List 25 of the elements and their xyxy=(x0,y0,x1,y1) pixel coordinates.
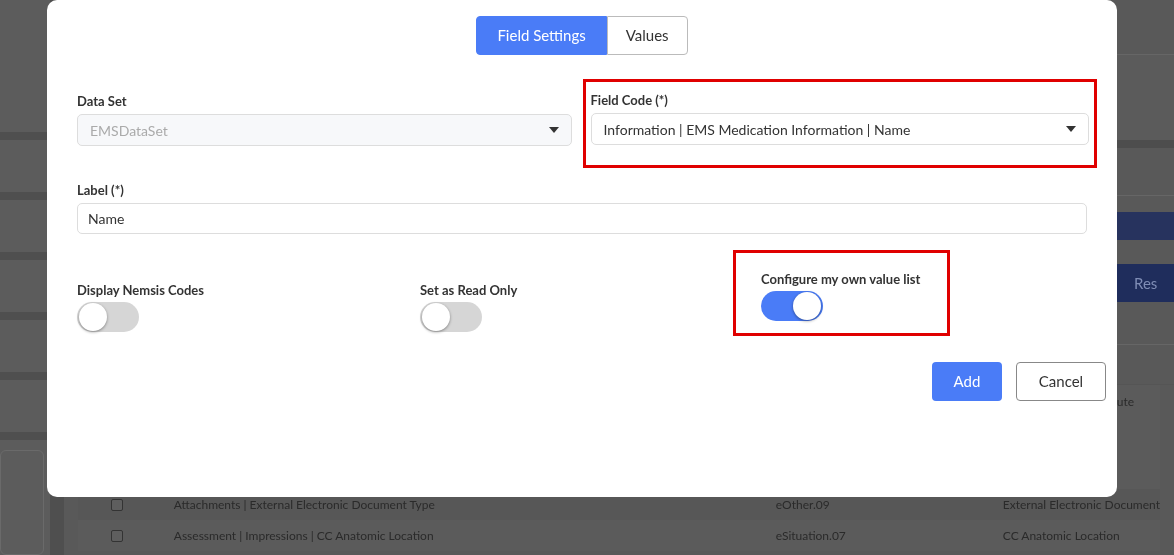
row-checkbox[interactable] xyxy=(110,498,123,511)
field-label: Field Code (*) xyxy=(590,92,669,108)
sidebar-panel xyxy=(0,200,50,252)
sidebar-panel xyxy=(0,320,50,372)
caret-icon xyxy=(1066,126,1076,132)
reset-button[interactable]: Res xyxy=(1114,264,1174,302)
toggle-switch[interactable] xyxy=(761,291,823,321)
input-field[interactable]: Name xyxy=(77,203,1087,234)
sidebar-panel xyxy=(0,140,50,192)
dropdown[interactable]: Information | EMS Medication Information | Name xyxy=(590,113,1089,145)
toggle-label: Configure my own value list xyxy=(761,271,922,287)
caret-icon xyxy=(548,127,559,133)
toggle-switch[interactable] xyxy=(420,302,482,332)
cancel-button[interactable]: Cancel xyxy=(1016,362,1106,401)
sidebar-panel xyxy=(0,380,50,432)
tab[interactable]: Field Settings xyxy=(476,16,607,55)
toggle-switch[interactable] xyxy=(77,302,139,332)
row-checkbox[interactable] xyxy=(110,529,123,542)
add-button[interactable]: Add xyxy=(932,362,1002,401)
tab[interactable]: Values xyxy=(606,16,688,55)
field-label: Data Set xyxy=(77,93,128,109)
toggle-label: Set as Read Only xyxy=(420,282,519,298)
sidebar-panel xyxy=(0,260,50,312)
field-label: Label (*) xyxy=(77,182,125,198)
toggle-label: Display Nemsis Codes xyxy=(77,282,205,298)
